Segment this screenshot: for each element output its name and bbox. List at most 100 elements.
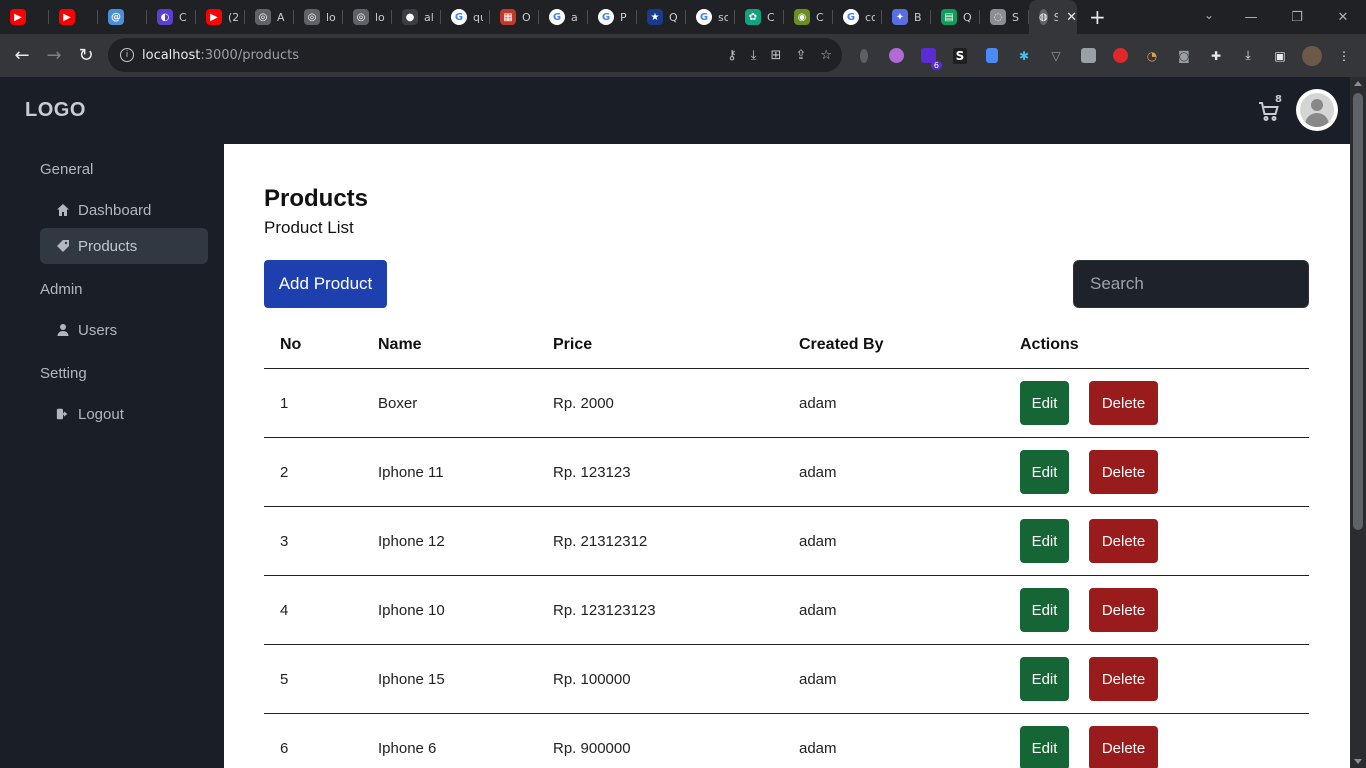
- edit-button[interactable]: Edit: [1020, 726, 1069, 768]
- tab-search-chevron-icon[interactable]: ⌄: [1204, 8, 1214, 22]
- browser-tab[interactable]: ◐ C: [147, 0, 196, 34]
- tab-title: so: [718, 10, 728, 24]
- tab-active[interactable]: ◍ Si ✕: [1029, 0, 1077, 34]
- extension-pink-icon[interactable]: [884, 44, 908, 68]
- browser-tab[interactable]: ● al: [392, 0, 441, 34]
- sidebar-item-users[interactable]: Users: [40, 312, 208, 348]
- extension-stop-icon[interactable]: [1108, 44, 1132, 68]
- page-scrollbar[interactable]: [1350, 77, 1366, 768]
- tab-title: Q: [963, 10, 972, 24]
- logo[interactable]: LOGO: [25, 99, 86, 122]
- extension-camera-icon[interactable]: ◙: [1172, 44, 1196, 68]
- browser-tab[interactable]: ▶: [49, 0, 98, 34]
- browser-tab[interactable]: ◎ A: [245, 0, 294, 34]
- user-avatar[interactable]: [1296, 89, 1338, 131]
- cell-name: Iphone 11: [378, 463, 444, 481]
- extension-cube-icon[interactable]: 6: [916, 44, 942, 70]
- browser-tab[interactable]: ▦ O: [490, 0, 539, 34]
- scroll-down-arrow-icon[interactable]: [1354, 759, 1362, 764]
- close-window-button[interactable]: ✕: [1320, 10, 1366, 25]
- browser-tab[interactable]: ◎ lo: [294, 0, 343, 34]
- extension-doc-icon[interactable]: [980, 44, 1004, 68]
- browser-tab[interactable]: ◎ lo: [343, 0, 392, 34]
- delete-button[interactable]: Delete: [1089, 519, 1158, 563]
- browser-tab[interactable]: ✿ C: [735, 0, 784, 34]
- delete-button[interactable]: Delete: [1089, 450, 1158, 494]
- edit-button[interactable]: Edit: [1020, 450, 1069, 494]
- column-header-created-by: Created By: [799, 336, 884, 353]
- profile-avatar[interactable]: [1300, 44, 1324, 68]
- extensions-puzzle-icon[interactable]: ✚: [1204, 44, 1228, 68]
- extension-mouse-icon[interactable]: [852, 44, 876, 68]
- delete-button[interactable]: Delete: [1089, 726, 1158, 768]
- browser-tab[interactable]: ✦ B: [882, 0, 931, 34]
- extension-glasses-icon[interactable]: ◔: [1140, 44, 1164, 68]
- delete-button[interactable]: Delete: [1089, 588, 1158, 632]
- install-icon[interactable]: ⤓: [751, 48, 757, 63]
- edit-button[interactable]: Edit: [1020, 519, 1069, 563]
- search-input[interactable]: [1073, 260, 1309, 308]
- sidebar-item-dashboard[interactable]: Dashboard: [40, 192, 208, 228]
- tab-list: ▶▶@◐C▶(2◎A◎lo◎lo●alGqu▦OGaGP★QGso✿C◉CGcc…: [0, 0, 1029, 34]
- edit-button[interactable]: Edit: [1020, 381, 1069, 425]
- menu-kebab-icon[interactable]: ⋮: [1332, 44, 1356, 68]
- cell-created-by: adam: [799, 463, 837, 481]
- share-icon[interactable]: ⇪: [795, 48, 806, 63]
- extension-swirl-icon[interactable]: ✱: [1012, 44, 1036, 68]
- back-button[interactable]: ←: [6, 40, 38, 72]
- tab-title: S: [1012, 10, 1019, 24]
- maximize-button[interactable]: ❐: [1274, 10, 1320, 25]
- extension-s-icon[interactable]: S: [948, 44, 972, 68]
- minimize-button[interactable]: —: [1228, 10, 1274, 25]
- browser-tab[interactable]: ▶: [0, 0, 49, 34]
- forward-button[interactable]: →: [38, 40, 70, 72]
- browser-tab[interactable]: @: [98, 0, 147, 34]
- browser-tab[interactable]: GP: [588, 0, 637, 34]
- close-tab-icon[interactable]: ✕: [1066, 10, 1077, 25]
- extension-vue-icon[interactable]: ▽: [1044, 44, 1068, 68]
- browser-tab[interactable]: Gcc: [833, 0, 882, 34]
- address-bar[interactable]: i localhost:3000/products ⚷ ⤓ ⊞ ⇪ ☆: [108, 38, 842, 72]
- translate-icon[interactable]: ⊞: [771, 48, 782, 63]
- bookmark-star-icon[interactable]: ☆: [820, 48, 832, 63]
- browser-tab[interactable]: Ga: [539, 0, 588, 34]
- cell-no: 6: [280, 739, 289, 757]
- openai-icon: ✿: [745, 9, 761, 25]
- site-info-icon[interactable]: i: [120, 48, 134, 62]
- browser-tab[interactable]: Gso: [686, 0, 735, 34]
- browser-tab[interactable]: ▤ Q: [931, 0, 980, 34]
- cell-price: Rp. 900000: [553, 739, 631, 757]
- youtube-icon: ▶: [10, 9, 26, 25]
- browser-tab[interactable]: ★ Q: [637, 0, 686, 34]
- sidebar-section-admin: Admin: [40, 281, 83, 298]
- browser-tab[interactable]: ▶ (2: [196, 0, 245, 34]
- key-icon[interactable]: ⚷: [727, 48, 737, 63]
- browser-tab[interactable]: Gqu: [441, 0, 490, 34]
- omnibox-actions: ⚷ ⤓ ⊞ ⇪ ☆: [727, 38, 832, 72]
- sidebar-item-label: Dashboard: [78, 201, 152, 219]
- sidebar-item-products[interactable]: Products: [40, 228, 208, 264]
- scroll-up-arrow-icon[interactable]: [1354, 81, 1362, 86]
- products-table: No Name Price Created By Actions 1 Boxer R…: [264, 322, 1309, 768]
- delete-button[interactable]: Delete: [1089, 381, 1158, 425]
- delete-button[interactable]: Delete: [1089, 657, 1158, 701]
- cell-name: Iphone 15: [378, 670, 445, 688]
- reload-button[interactable]: ↻: [70, 40, 102, 72]
- browser-tab[interactable]: ◌ S: [980, 0, 1029, 34]
- cell-actions: Edit Delete: [1020, 438, 1158, 506]
- google-icon: G: [598, 9, 614, 25]
- sidebar-item-logout[interactable]: Logout: [40, 396, 208, 432]
- at-icon: @: [108, 9, 124, 25]
- cell-price: Rp. 123123: [553, 463, 631, 481]
- browser-tab[interactable]: ◉ C: [784, 0, 833, 34]
- google-icon: G: [451, 9, 467, 25]
- app: LOGO 8 General Dashboard Products Admin …: [0, 77, 1350, 768]
- scrollbar-thumb[interactable]: [1353, 93, 1363, 530]
- edit-button[interactable]: Edit: [1020, 657, 1069, 701]
- extension-image-icon[interactable]: [1076, 44, 1100, 68]
- edit-button[interactable]: Edit: [1020, 588, 1069, 632]
- new-tab-button[interactable]: +: [1089, 5, 1106, 29]
- add-product-button[interactable]: Add Product: [264, 260, 387, 308]
- downloads-icon[interactable]: ⤓: [1236, 44, 1260, 68]
- side-panel-icon[interactable]: ▣: [1268, 44, 1292, 68]
